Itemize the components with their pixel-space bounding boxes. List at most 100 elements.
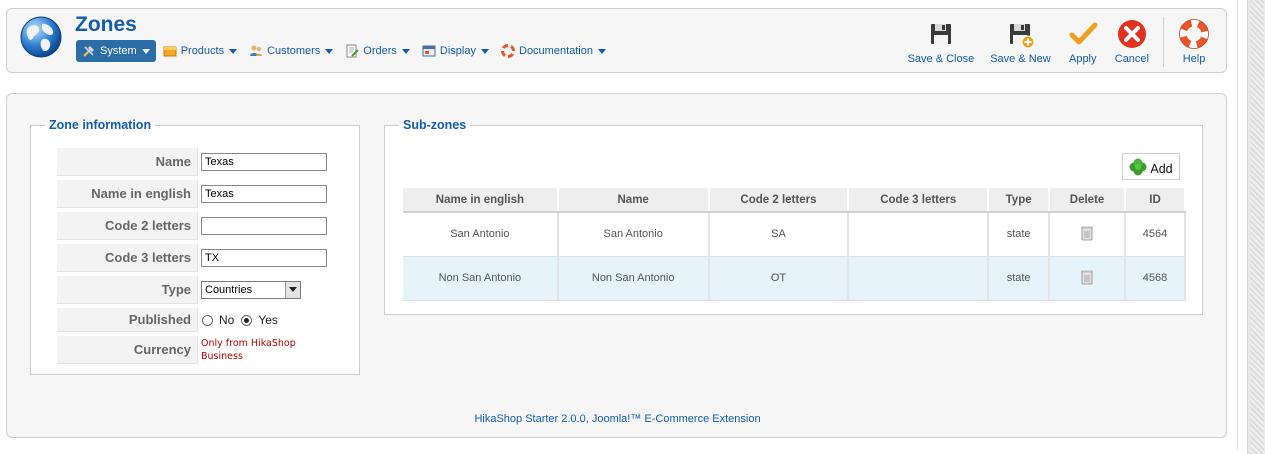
column-header[interactable]: Code 3 letters	[848, 188, 990, 213]
cell-code2: OT	[708, 256, 850, 301]
cell-code3	[848, 256, 990, 301]
orders-icon	[346, 44, 360, 58]
add-plus-icon	[1129, 158, 1147, 175]
subzones-table: Name in english Name Code 2 letters Code…	[403, 188, 1186, 301]
add-label: Add	[1150, 161, 1173, 176]
form-row-currency: Currency Only from HikaShop Business	[57, 336, 347, 364]
help-button[interactable]: Help	[1170, 15, 1218, 69]
column-header[interactable]: Code 2 letters	[708, 188, 850, 213]
name-input[interactable]	[201, 153, 327, 171]
cell-name[interactable]: San Antonio	[557, 212, 710, 257]
currency-note: Only from HikaShop Business	[201, 338, 296, 362]
menu-customers-label: Customers	[267, 45, 321, 57]
name-label: Name	[57, 148, 198, 176]
cell-name-english[interactable]: San Antonio	[403, 212, 559, 257]
products-icon	[163, 46, 177, 57]
menu-display[interactable]: Display	[417, 40, 494, 62]
form-row-published: Published No Yes	[57, 308, 347, 332]
published-yes-radio[interactable]	[241, 314, 253, 326]
chevron-down-icon	[141, 48, 150, 54]
published-label: Published	[57, 308, 198, 332]
cell-type: state	[988, 212, 1051, 257]
cell-code2: SA	[708, 212, 850, 257]
column-header[interactable]: Name in english	[403, 188, 559, 213]
lifebuoy-icon	[1179, 19, 1209, 49]
column-header[interactable]: Name	[557, 188, 710, 213]
code3-label: Code 3 letters	[57, 244, 198, 272]
chevron-down-icon	[229, 48, 238, 54]
cancel-icon	[1117, 20, 1146, 48]
cancel-label: Cancel	[1114, 53, 1149, 65]
subzones-legend: Sub-zones	[403, 118, 467, 132]
cell-delete	[1049, 256, 1127, 301]
menu-products-label: Products	[180, 45, 225, 57]
table-row: San Antonio San Antonio SA state 4564	[403, 212, 1186, 257]
apply-label: Apply	[1068, 53, 1097, 65]
chevron-down-icon	[401, 48, 410, 54]
published-no-label: No	[219, 313, 235, 327]
chevron-down-icon	[481, 48, 489, 54]
globe-icon	[20, 16, 62, 58]
customers-icon	[250, 45, 263, 56]
add-button[interactable]: Add	[1122, 153, 1180, 180]
menu-orders[interactable]: Orders	[340, 40, 415, 62]
footer-text[interactable]: HikaShop Starter 2.0.0, Joomla!™ E-Comme…	[7, 413, 1228, 425]
table-row: Non San Antonio Non San Antonio OT state…	[403, 256, 1186, 301]
menu-products[interactable]: Products	[158, 40, 242, 62]
chevron-down-icon[interactable]	[285, 282, 300, 298]
display-icon	[422, 45, 436, 57]
menu-documentation[interactable]: Documentation	[496, 40, 611, 62]
floppy-disk-icon	[930, 24, 951, 44]
menu-system[interactable]: System	[76, 40, 156, 62]
cancel-button[interactable]: Cancel	[1107, 15, 1157, 69]
trash-icon[interactable]	[1080, 269, 1094, 285]
zone-information-legend: Zone information	[49, 118, 152, 132]
published-yes-label: Yes	[258, 313, 278, 327]
cell-type: state	[988, 256, 1051, 301]
system-tools-icon	[83, 46, 94, 57]
column-header[interactable]: Type	[988, 188, 1051, 213]
help-label: Help	[1182, 53, 1206, 65]
chevron-down-icon	[598, 48, 606, 54]
type-select-value: Countries	[205, 284, 253, 296]
menu-customers[interactable]: Customers	[244, 40, 338, 62]
form-row-type: Type Countries	[57, 276, 347, 304]
name-english-label: Name in english	[57, 180, 198, 208]
menu-documentation-label: Documentation	[519, 45, 593, 57]
zone-information-fieldset: Zone information Name Name in english Co…	[30, 118, 360, 375]
form-row-code3: Code 3 letters	[57, 244, 347, 272]
save-new-button[interactable]: Save & New	[982, 15, 1059, 69]
table-header-row: Name in english Name Code 2 letters Code…	[403, 188, 1186, 213]
column-header[interactable]: ID	[1125, 188, 1186, 213]
published-no-radio[interactable]	[202, 314, 213, 326]
code2-label: Code 2 letters	[57, 212, 198, 240]
save-close-label: Save & Close	[907, 53, 975, 65]
apply-button[interactable]: Apply	[1059, 15, 1107, 69]
subzones-fieldset: Sub-zones Add Name in english Name Code …	[384, 118, 1203, 315]
main-menu: System Products Customers Orders Display…	[76, 40, 613, 62]
cell-name-english[interactable]: Non San Antonio	[403, 256, 559, 301]
toolbar-divider	[1163, 17, 1164, 67]
form-row-name-english: Name in english	[57, 180, 347, 208]
currency-label: Currency	[57, 336, 198, 364]
code3-input[interactable]	[201, 249, 327, 267]
type-label: Type	[57, 276, 198, 304]
type-select[interactable]: Countries	[201, 281, 301, 299]
form-row-code2: Code 2 letters	[57, 212, 347, 240]
cell-delete	[1049, 212, 1127, 257]
cell-name[interactable]: Non San Antonio	[557, 256, 710, 301]
save-close-button[interactable]: Save & Close	[900, 15, 983, 69]
page-divider	[1237, 0, 1238, 450]
trash-icon[interactable]	[1080, 225, 1094, 241]
code2-input[interactable]	[201, 217, 327, 235]
vertical-scrollbar[interactable]	[1247, 0, 1265, 454]
cell-code3	[848, 212, 990, 257]
scrollbar-thumb[interactable]	[1250, 0, 1264, 454]
zone-form: Name Name in english Code 2 letters Code…	[57, 148, 347, 368]
cell-id: 4568	[1125, 256, 1186, 301]
floppy-disk-plus-icon	[1010, 24, 1035, 49]
save-new-label: Save & New	[990, 53, 1051, 65]
page-title: Zones	[75, 13, 137, 36]
chevron-down-icon	[325, 48, 334, 54]
name-english-input[interactable]	[201, 185, 327, 203]
